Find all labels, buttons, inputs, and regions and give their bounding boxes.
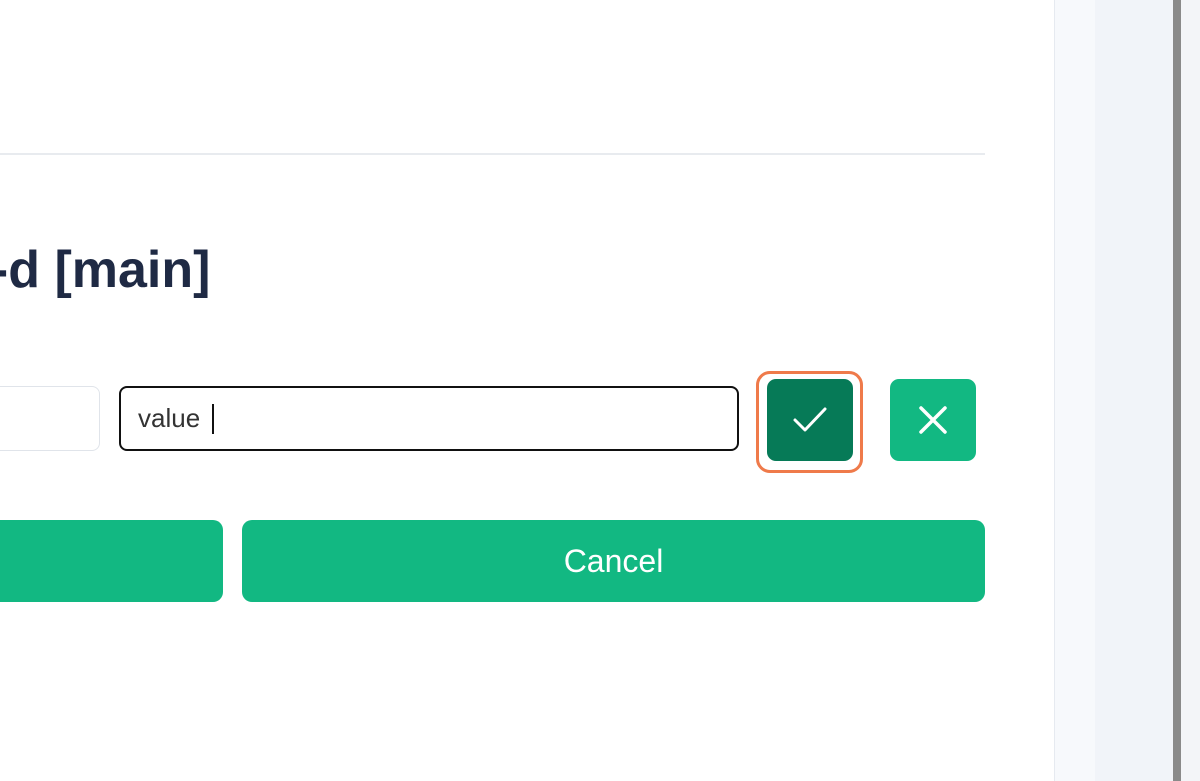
scrollbar-thumb[interactable] (1173, 0, 1181, 781)
dismiss-button[interactable] (890, 379, 976, 461)
page-title: v-d [main] (0, 241, 211, 299)
cancel-button[interactable]: Cancel (242, 520, 985, 602)
confirm-button[interactable] (767, 379, 853, 461)
edit-panel: v-d [main] Cancel (0, 0, 1055, 781)
background-strip (1055, 0, 1095, 781)
close-icon (919, 406, 947, 434)
key-input[interactable] (0, 386, 100, 451)
text-caret (212, 404, 214, 434)
check-icon (793, 407, 827, 432)
header-divider (0, 153, 985, 155)
save-button[interactable] (0, 520, 223, 602)
